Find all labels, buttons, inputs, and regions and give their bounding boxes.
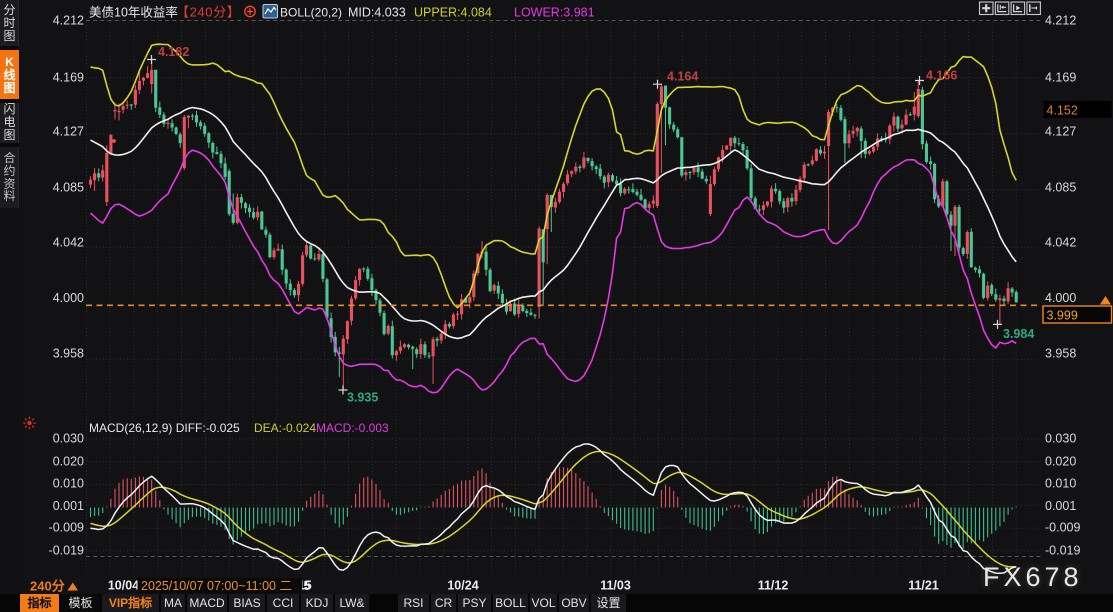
svg-text:0.010: 0.010 (1045, 476, 1076, 490)
svg-text:4.212: 4.212 (1045, 13, 1076, 27)
svg-text:0.020: 0.020 (1045, 454, 1076, 468)
svg-text:11/21: 11/21 (908, 579, 939, 593)
svg-text:10/24: 10/24 (447, 579, 478, 593)
svg-text:4.166: 4.166 (926, 69, 957, 83)
svg-text:0.030: 0.030 (1045, 431, 1076, 445)
svg-text:3.935: 3.935 (347, 391, 378, 405)
svg-text:4.169: 4.169 (1045, 70, 1076, 84)
svg-text:10/04: 10/04 (108, 579, 139, 593)
svg-text:3.958: 3.958 (1045, 346, 1076, 360)
svg-text:DEA:-0.024: DEA:-0.024 (254, 421, 316, 435)
svg-text:11/03: 11/03 (600, 579, 631, 593)
svg-text:4.182: 4.182 (158, 45, 189, 59)
svg-text:-0.019: -0.019 (1045, 543, 1080, 557)
svg-text:0.020: 0.020 (53, 454, 84, 468)
svg-text:-0.009: -0.009 (49, 520, 84, 534)
svg-text:4.212: 4.212 (53, 13, 84, 27)
svg-text:3.999: 3.999 (1047, 309, 1078, 323)
svg-text:-0.019: -0.019 (49, 543, 84, 557)
svg-text:0.001: 0.001 (53, 499, 84, 513)
svg-text:4.042: 4.042 (53, 235, 84, 249)
svg-text:5: 5 (304, 579, 311, 593)
svg-text:MACD:-0.003: MACD:-0.003 (316, 421, 389, 435)
svg-text:MID:4.033: MID:4.033 (348, 6, 406, 20)
svg-text:【240分】: 【240分】 (176, 5, 240, 20)
svg-text:FX678: FX678 (983, 562, 1083, 592)
svg-text:0.010: 0.010 (53, 476, 84, 490)
svg-text:4.000: 4.000 (53, 291, 84, 305)
svg-text:11/12: 11/12 (758, 579, 789, 593)
svg-text:3.958: 3.958 (53, 346, 84, 360)
svg-text:4.127: 4.127 (53, 124, 84, 138)
svg-text:4.152: 4.152 (1047, 104, 1078, 118)
svg-text:LOWER:3.981: LOWER:3.981 (514, 6, 595, 20)
svg-text:4.085: 4.085 (1045, 180, 1076, 194)
svg-text:240分: 240分 (30, 579, 65, 594)
svg-text:UPPER:4.084: UPPER:4.084 (414, 6, 492, 20)
svg-text:4.169: 4.169 (53, 70, 84, 84)
svg-text:3.984: 3.984 (1003, 327, 1034, 341)
svg-text:MACD(26,12,9) DIFF:-0.025: MACD(26,12,9) DIFF:-0.025 (89, 421, 240, 435)
svg-text:4.085: 4.085 (53, 180, 84, 194)
svg-text:4.164: 4.164 (667, 70, 698, 84)
svg-text:4.127: 4.127 (1045, 124, 1076, 138)
svg-text:4.000: 4.000 (1045, 291, 1076, 305)
svg-text:2025/10/07 07:00~11:00 二: 2025/10/07 07:00~11:00 二 (141, 579, 292, 593)
svg-text:美债10年收益率: 美债10年收益率 (89, 5, 178, 20)
svg-text:0.030: 0.030 (53, 431, 84, 445)
svg-text:4.042: 4.042 (1045, 235, 1076, 249)
svg-text:-0.009: -0.009 (1045, 520, 1080, 534)
svg-text:0.001: 0.001 (1045, 499, 1076, 513)
svg-text:BOLL(20,2): BOLL(20,2) (280, 6, 342, 20)
